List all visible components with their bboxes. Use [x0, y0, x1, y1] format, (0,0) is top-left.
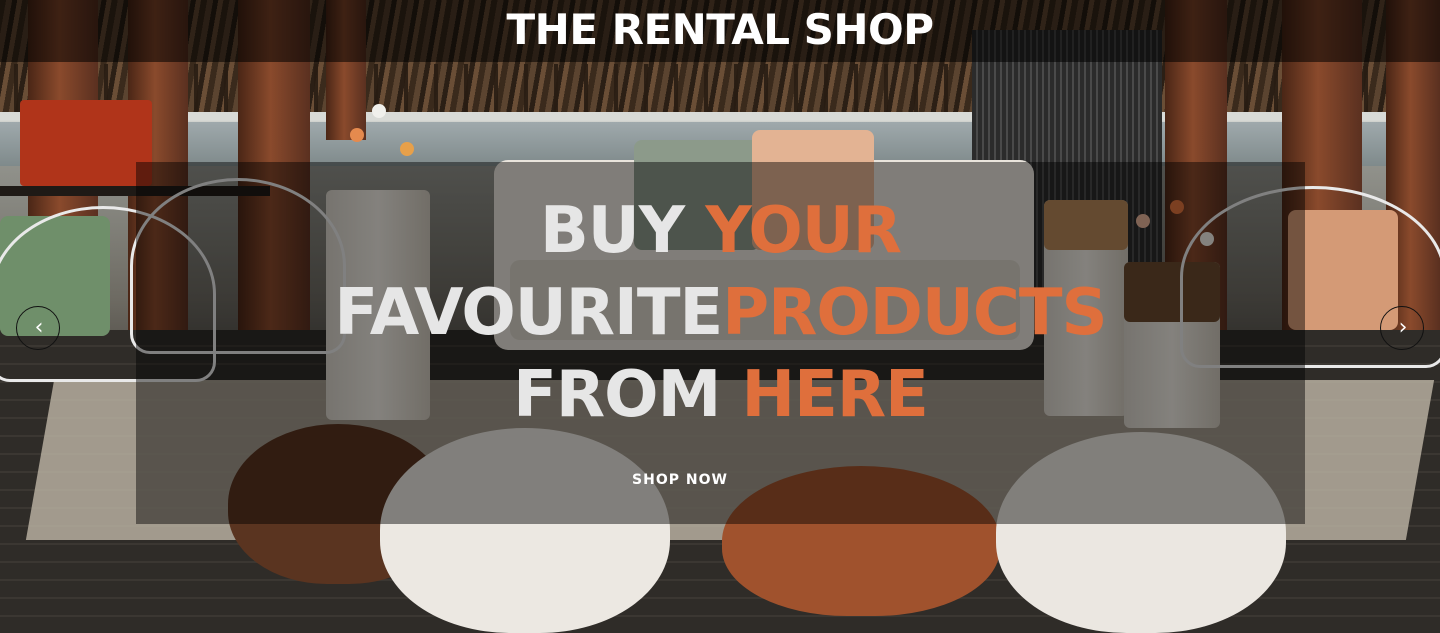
chevron-left-icon: ‹ — [34, 315, 44, 340]
hero-headline: BUY YOUR FAVOURITEPRODUCTS FROM HERE — [136, 190, 1305, 436]
headline-word: BUY — [539, 194, 685, 268]
wooden-box — [20, 100, 152, 186]
headline-accent-word: PRODUCTS — [722, 276, 1107, 350]
carousel-prev-button[interactable]: ‹ — [16, 306, 60, 350]
carousel-next-button[interactable]: › — [1380, 306, 1424, 350]
headline-word: FAVOURITE — [334, 276, 723, 350]
site-title[interactable]: THE RENTAL SHOP — [0, 0, 1440, 62]
flower — [372, 104, 386, 118]
flower — [350, 128, 364, 142]
chevron-right-icon: › — [1398, 315, 1408, 340]
headline-accent-word: YOUR — [705, 194, 902, 268]
headline-accent-word: HERE — [741, 358, 929, 432]
shop-now-button[interactable]: SHOP NOW — [600, 462, 760, 498]
flower — [400, 142, 414, 156]
headline-word: FROM — [513, 358, 721, 432]
